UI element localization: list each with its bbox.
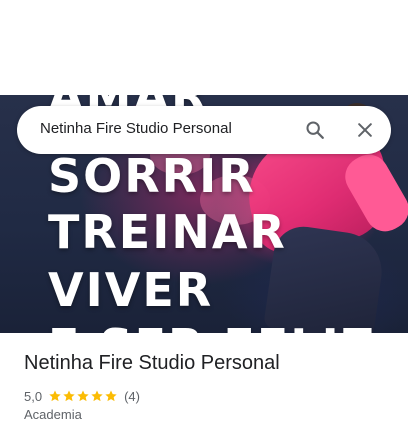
place-title[interactable]: Netinha Fire Studio Personal bbox=[24, 352, 280, 375]
star-icon bbox=[105, 390, 117, 402]
hero-word-4: VIVER bbox=[48, 263, 214, 317]
star-icon bbox=[63, 390, 75, 402]
close-icon bbox=[358, 123, 372, 137]
hero-word-5: E SER FELIZ bbox=[48, 323, 376, 333]
rating-stars bbox=[48, 389, 118, 403]
review-count[interactable]: (4) bbox=[124, 389, 140, 404]
star-icon bbox=[49, 390, 61, 402]
hero-word-2: SORRIR bbox=[48, 149, 256, 203]
rating-value: 5,0 bbox=[24, 388, 43, 404]
rating-row[interactable]: 5,0 (4) bbox=[24, 387, 140, 405]
place-category: Academia bbox=[24, 407, 82, 422]
clear-button[interactable] bbox=[349, 114, 381, 146]
search-button[interactable] bbox=[299, 114, 331, 146]
star-icon bbox=[91, 390, 103, 402]
star-icon bbox=[77, 390, 89, 402]
hero-word-3: TREINAR bbox=[48, 205, 287, 259]
search-bar[interactable]: Netinha Fire Studio Personal bbox=[17, 106, 391, 154]
search-input[interactable]: Netinha Fire Studio Personal bbox=[40, 120, 232, 137]
search-icon bbox=[306, 121, 324, 139]
